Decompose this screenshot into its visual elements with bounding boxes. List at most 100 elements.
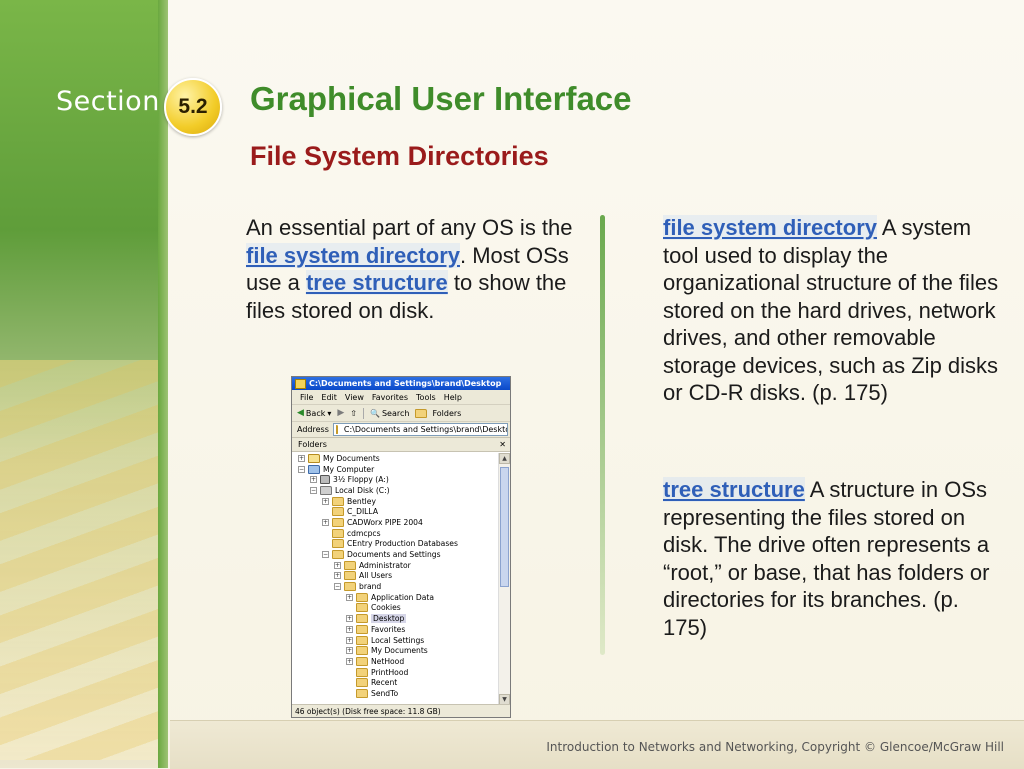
- tree-item[interactable]: + My Documents: [292, 453, 498, 464]
- expand-icon[interactable]: +: [310, 476, 317, 484]
- column-divider: [600, 215, 605, 655]
- collapse-icon[interactable]: −: [322, 551, 329, 559]
- tree-item[interactable]: + CADWorx PIPE 2004: [292, 517, 498, 528]
- folder-icon: [332, 539, 344, 549]
- address-field[interactable]: C:\Documents and Settings\brand\Desktop: [332, 423, 508, 436]
- tree-item[interactable]: + All Users: [292, 571, 498, 582]
- tree-item[interactable]: + NetHood: [292, 656, 498, 667]
- expand-icon[interactable]: +: [298, 454, 305, 462]
- collapse-icon[interactable]: −: [310, 486, 317, 494]
- tree-item[interactable]: + Desktop: [292, 613, 498, 624]
- tree-item[interactable]: − My Computer: [292, 464, 498, 475]
- slide-subtitle: File System Directories: [250, 141, 549, 171]
- tree-item-label: Application Data: [371, 592, 434, 602]
- folders-pane-header: Folders ✕: [292, 438, 510, 452]
- tree-item[interactable]: PrintHood: [292, 667, 498, 678]
- tree-item[interactable]: + Favorites: [292, 624, 498, 635]
- menu-tools[interactable]: Tools: [416, 393, 436, 402]
- tree-item[interactable]: +3½ Floppy (A:): [292, 474, 498, 485]
- tree-item-label: C_DILLA: [347, 507, 379, 517]
- folder-icon: [356, 635, 368, 645]
- address-label: Address: [297, 425, 329, 434]
- tree-item[interactable]: + Bentley: [292, 496, 498, 507]
- expand-icon[interactable]: +: [322, 518, 329, 526]
- tree-item-label: Documents and Settings: [347, 550, 441, 560]
- tree-item-label: NetHood: [371, 656, 405, 666]
- tree-item-label: Cookies: [371, 603, 401, 613]
- folder-icon: [356, 624, 368, 634]
- expand-icon[interactable]: +: [346, 625, 353, 633]
- collapse-icon[interactable]: −: [298, 465, 305, 473]
- forward-arrow-icon[interactable]: ▶: [337, 408, 344, 418]
- folders-label: Folders: [432, 408, 462, 418]
- expand-icon[interactable]: +: [346, 615, 353, 623]
- back-button[interactable]: ◀ Back ▾: [297, 408, 331, 418]
- tree-item[interactable]: + Administrator: [292, 560, 498, 571]
- expand-icon[interactable]: +: [334, 561, 341, 569]
- scroll-up-icon[interactable]: ▲: [499, 453, 510, 464]
- tree-item[interactable]: + Local Settings: [292, 635, 498, 646]
- menu-file[interactable]: File: [300, 393, 313, 402]
- keyword-link-tree-structure[interactable]: tree structure: [305, 270, 448, 295]
- tree-item[interactable]: Cookies: [292, 603, 498, 614]
- folder-icon: [356, 688, 368, 698]
- expand-icon[interactable]: +: [346, 593, 353, 601]
- tree-item-label: Administrator: [359, 560, 411, 570]
- tree-item-label: My Documents: [323, 453, 380, 463]
- folder-icon: [356, 592, 368, 602]
- tree-item-label: Local Settings: [371, 635, 425, 645]
- tree-item[interactable]: + My Documents: [292, 645, 498, 656]
- tree-item[interactable]: + Application Data: [292, 592, 498, 603]
- expand-icon[interactable]: +: [322, 497, 329, 505]
- folders-pane-title: Folders: [298, 440, 327, 449]
- folder-tree: + My Documents − My Computer +3½ Floppy (A:)…: [292, 453, 498, 705]
- folder-icon: [344, 582, 356, 592]
- toolbar-separator: [362, 407, 364, 419]
- menu-edit[interactable]: Edit: [321, 393, 337, 402]
- tree-item[interactable]: cdmcpcs: [292, 528, 498, 539]
- folder-icon: [332, 496, 344, 506]
- expand-icon[interactable]: +: [346, 647, 353, 655]
- tree-item[interactable]: CEntry Production Databases: [292, 539, 498, 550]
- computer-icon: [308, 464, 320, 474]
- back-arrow-icon: ◀: [297, 408, 304, 418]
- keyword-link-file-system-directory[interactable]: file system directory: [246, 242, 460, 268]
- folder-icon: [332, 528, 344, 538]
- definition-term[interactable]: file system directory: [663, 215, 877, 240]
- definition-term[interactable]: tree structure: [663, 477, 805, 502]
- tree-item[interactable]: C_DILLA: [292, 506, 498, 517]
- tree-item[interactable]: Recent: [292, 677, 498, 688]
- expand-icon[interactable]: +: [346, 636, 353, 644]
- scroll-thumb[interactable]: [500, 467, 509, 587]
- menu-view[interactable]: View: [345, 393, 364, 402]
- section-label: Section: [56, 86, 160, 117]
- expand-icon[interactable]: +: [334, 572, 341, 580]
- tree-item[interactable]: − brand: [292, 581, 498, 592]
- body-text-1: An essential part of any OS is the: [246, 215, 573, 240]
- tree-item[interactable]: − Local Disk (C:): [292, 485, 498, 496]
- tree-item-label: 3½ Floppy (A:): [333, 475, 389, 485]
- folder-icon: [332, 517, 344, 527]
- tree-item-label: Bentley: [347, 496, 376, 506]
- tree-item-label: brand: [359, 582, 382, 592]
- search-button[interactable]: 🔍 Search: [370, 409, 409, 418]
- tree-item[interactable]: SendTo: [292, 688, 498, 699]
- search-label: Search: [381, 408, 410, 418]
- folder-icon: [335, 425, 338, 434]
- folders-button[interactable]: Folders: [415, 408, 462, 418]
- expand-icon[interactable]: +: [346, 657, 353, 665]
- floppy-icon: [320, 475, 330, 485]
- menu-favorites[interactable]: Favorites: [372, 393, 408, 402]
- tree-scrollbar[interactable]: ▲ ▼: [498, 453, 510, 705]
- tree-item[interactable]: − Documents and Settings: [292, 549, 498, 560]
- folder-icon: [344, 571, 356, 581]
- close-icon[interactable]: ✕: [499, 440, 506, 449]
- collapse-icon[interactable]: −: [334, 583, 341, 591]
- tree-item-label: Local Disk (C:): [335, 485, 390, 495]
- up-folder-icon[interactable]: ⇧: [350, 409, 357, 418]
- tree-item-label: CEntry Production Databases: [347, 539, 458, 549]
- menu-help[interactable]: Help: [444, 393, 462, 402]
- tree-item-label: My Computer: [323, 464, 375, 474]
